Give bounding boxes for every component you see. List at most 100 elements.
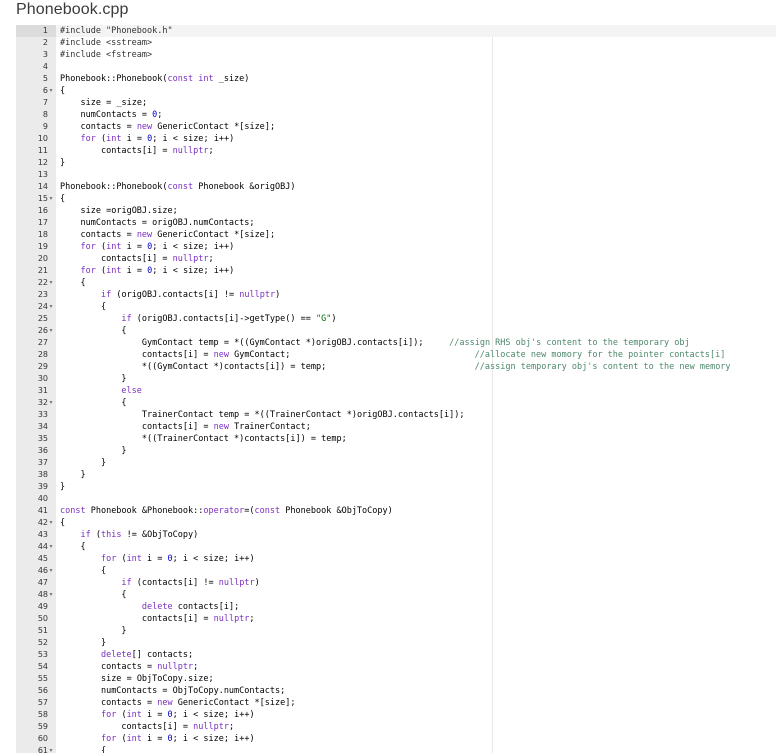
- code-line[interactable]: 41 const Phonebook &Phonebook::operator=(…: [16, 505, 776, 517]
- code-line[interactable]: 23 if (origOBJ.contacts[i] != nullptr): [16, 289, 776, 301]
- code-text: const Phonebook &Phonebook::operator=(co…: [60, 506, 393, 516]
- code-line[interactable]: 27 GymContact temp = *((GymContact *)ori…: [16, 337, 776, 349]
- code-line[interactable]: 4: [16, 61, 776, 73]
- code-text: numContacts = ObjToCopy.numContacts;: [100, 686, 286, 696]
- line-number: 14: [37, 182, 48, 191]
- code-line[interactable]: 19 for (int i = 0; i < size; i++): [16, 241, 776, 253]
- code-line[interactable]: 16 size =origOBJ.size;: [16, 205, 776, 217]
- code-line[interactable]: 3 #include <fstream>: [16, 49, 776, 61]
- line-number: 57: [37, 698, 48, 707]
- code-line[interactable]: 40: [16, 493, 776, 505]
- line-number: 35: [37, 434, 48, 443]
- code-line[interactable]: 54 contacts = nullptr;: [16, 661, 776, 673]
- code-line[interactable]: 8 numContacts = 0;: [16, 109, 776, 121]
- line-number: 45: [37, 554, 48, 563]
- code-line[interactable]: 45 for (int i = 0; i < size; i++): [16, 553, 776, 565]
- fold-toggle-icon[interactable]: ▾: [47, 541, 55, 553]
- code-line[interactable]: 5 Phonebook::Phonebook(const int _size): [16, 73, 776, 85]
- code-line[interactable]: 49 delete contacts[i];: [16, 601, 776, 613]
- code-line[interactable]: 2 #include <sstream>: [16, 37, 776, 49]
- code-line[interactable]: 6 ▾{: [16, 85, 776, 97]
- code-line[interactable]: 58 for (int i = 0; i < size; i++): [16, 709, 776, 721]
- code-line[interactable]: 1 #include "Phonebook.h": [16, 25, 776, 37]
- code-line[interactable]: 10 for (int i = 0; i < size; i++): [16, 133, 776, 145]
- code-line[interactable]: 36 }: [16, 445, 776, 457]
- fold-toggle-icon[interactable]: ▾: [47, 589, 55, 601]
- line-number: 51: [37, 626, 48, 635]
- code-line[interactable]: 33 TrainerContact temp = *((TrainerConta…: [16, 409, 776, 421]
- fold-toggle-icon[interactable]: ▾: [47, 517, 55, 529]
- code-line[interactable]: 7 size = _size;: [16, 97, 776, 109]
- code-text: }: [121, 626, 127, 636]
- code-text: size = _size;: [80, 98, 148, 108]
- code-line[interactable]: 35 *((TrainerContact *)contacts[i]) = te…: [16, 433, 776, 445]
- line-number: 29: [37, 362, 48, 371]
- code-line[interactable]: 9 contacts = new GenericContact *[size];: [16, 121, 776, 133]
- code-editor[interactable]: 1 #include "Phonebook.h" 2 #include <sstrea…: [16, 25, 776, 753]
- fold-toggle-icon[interactable]: ▾: [47, 277, 55, 289]
- code-text: }: [100, 638, 107, 648]
- line-number: 21: [37, 266, 48, 275]
- code-line[interactable]: 26 ▾ {: [16, 325, 776, 337]
- fold-toggle-icon[interactable]: ▾: [47, 301, 55, 313]
- fold-toggle-icon[interactable]: ▾: [47, 325, 55, 337]
- code-text: contacts[i] = nullptr;: [100, 146, 214, 156]
- code-line[interactable]: 34 contacts[i] = new TrainerContact;: [16, 421, 776, 433]
- code-line[interactable]: 11 contacts[i] = nullptr;: [16, 145, 776, 157]
- line-number: 31: [37, 386, 48, 395]
- code-text: }: [80, 470, 86, 480]
- code-text: {: [100, 302, 107, 312]
- code-line[interactable]: 53 delete[] contacts;: [16, 649, 776, 661]
- fold-toggle-icon[interactable]: ▾: [47, 85, 55, 97]
- code-line[interactable]: 28 contacts[i] = new GymContact; //alloc…: [16, 349, 776, 361]
- code-line[interactable]: 13: [16, 169, 776, 181]
- fold-toggle-icon[interactable]: ▾: [47, 565, 55, 577]
- code-line[interactable]: 12}: [16, 157, 776, 169]
- code-line[interactable]: 44 ▾ {: [16, 541, 776, 553]
- code-line[interactable]: 22 ▾ {: [16, 277, 776, 289]
- code-line[interactable]: 39}: [16, 481, 776, 493]
- code-text: for (int i = 0; i < size; i++): [80, 266, 235, 276]
- code-line[interactable]: 59 contacts[i] = nullptr;: [16, 721, 776, 733]
- code-line[interactable]: 56 numContacts = ObjToCopy.numContacts;: [16, 685, 776, 697]
- line-number: 40: [37, 494, 48, 503]
- code-line[interactable]: 46 ▾ {: [16, 565, 776, 577]
- code-line[interactable]: 50 contacts[i] = nullptr;: [16, 613, 776, 625]
- code-line[interactable]: 60 for (int i = 0; i < size; i++): [16, 733, 776, 745]
- code-line[interactable]: 38 }: [16, 469, 776, 481]
- code-line[interactable]: 32 ▾ {: [16, 397, 776, 409]
- code-line[interactable]: 18 contacts = new GenericContact *[size]…: [16, 229, 776, 241]
- code-text: {: [60, 86, 66, 96]
- code-line[interactable]: 20 contacts[i] = nullptr;: [16, 253, 776, 265]
- code-line[interactable]: 61 ▾ {: [16, 745, 776, 753]
- code-line[interactable]: 17 numContacts = origOBJ.numContacts;: [16, 217, 776, 229]
- code-line[interactable]: 42 ▾{: [16, 517, 776, 529]
- code-text: TrainerContact temp = *((TrainerContact …: [141, 410, 465, 420]
- code-text: {: [121, 398, 127, 408]
- code-text: {: [80, 278, 86, 288]
- code-line[interactable]: 21 for (int i = 0; i < size; i++): [16, 265, 776, 277]
- code-line[interactable]: 25 if (origOBJ.contacts[i]->getType() ==…: [16, 313, 776, 325]
- code-line[interactable]: 24 ▾ {: [16, 301, 776, 313]
- code-line[interactable]: 43 if (this != &ObjToCopy): [16, 529, 776, 541]
- code-line[interactable]: 48 ▾ {: [16, 589, 776, 601]
- code-line[interactable]: 52 }: [16, 637, 776, 649]
- code-line[interactable]: 31 else: [16, 385, 776, 397]
- code-line[interactable]: 30 }: [16, 373, 776, 385]
- fold-toggle-icon[interactable]: ▾: [47, 745, 55, 753]
- fold-toggle-icon[interactable]: ▾: [47, 397, 55, 409]
- code-line[interactable]: 57 contacts = new GenericContact *[size]…: [16, 697, 776, 709]
- code-text: numContacts = 0;: [80, 110, 163, 120]
- line-number: 9: [42, 122, 48, 131]
- code-line[interactable]: 15 ▾{: [16, 193, 776, 205]
- code-text: numContacts = origOBJ.numContacts;: [80, 218, 255, 228]
- code-line[interactable]: 55 size = ObjToCopy.size;: [16, 673, 776, 685]
- code-line[interactable]: 47 if (contacts[i] != nullptr): [16, 577, 776, 589]
- code-text: if (origOBJ.contacts[i] != nullptr): [100, 290, 281, 300]
- code-line[interactable]: 51 }: [16, 625, 776, 637]
- line-number: 18: [37, 230, 48, 239]
- code-line[interactable]: 14 Phonebook::Phonebook(const Phonebook &…: [16, 181, 776, 193]
- code-line[interactable]: 29 *((GymContact *)contacts[i]) = temp; …: [16, 361, 776, 373]
- code-line[interactable]: 37 }: [16, 457, 776, 469]
- fold-toggle-icon[interactable]: ▾: [47, 193, 55, 205]
